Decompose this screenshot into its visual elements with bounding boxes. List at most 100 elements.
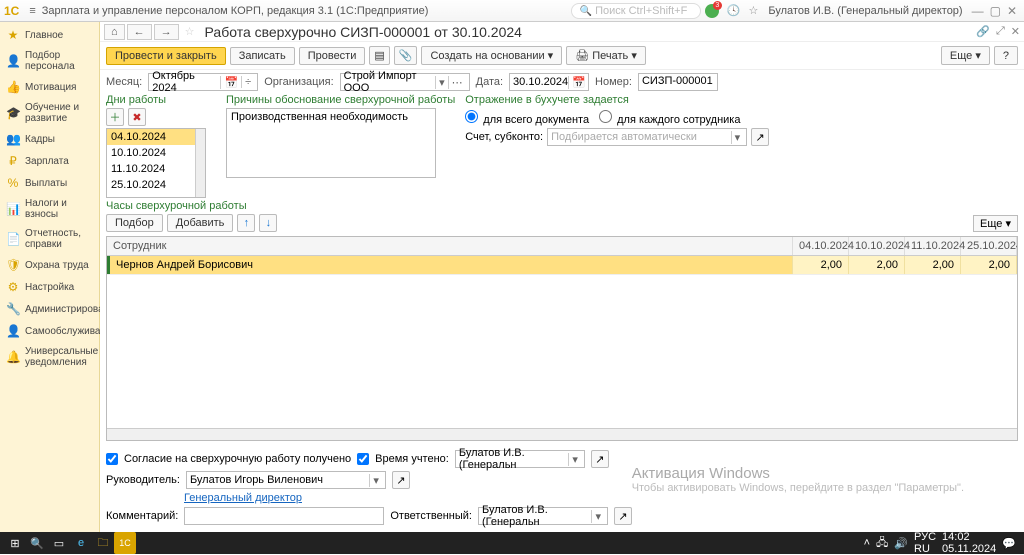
notifications-button[interactable]: 💬 bbox=[1002, 537, 1016, 550]
sidebar-item-payments[interactable]: %Выплаты bbox=[0, 172, 99, 194]
sidebar-item-salary[interactable]: ₽Зарплата bbox=[0, 150, 99, 172]
back-button[interactable]: ← bbox=[127, 24, 152, 40]
reasons-field[interactable]: Производственная необходимость bbox=[226, 108, 436, 178]
h-scrollbar[interactable] bbox=[107, 428, 1017, 440]
tray-network-icon[interactable]: 🖧 bbox=[876, 534, 888, 553]
sidebar-item-reports[interactable]: 📄Отчетность, справки bbox=[0, 224, 99, 254]
post-button[interactable]: Провести bbox=[299, 47, 366, 65]
scrollbar[interactable] bbox=[195, 129, 205, 197]
add-button[interactable]: Добавить bbox=[167, 214, 234, 232]
time-person-field[interactable]: Булатов И.В. (Генеральн▾ bbox=[455, 450, 585, 468]
minimize-icon[interactable]: — bbox=[972, 4, 984, 18]
sidebar-item-taxes[interactable]: 📊Налоги и взносы bbox=[0, 194, 99, 224]
star-icon[interactable]: ☆ bbox=[185, 25, 195, 38]
explorer-icon[interactable]: 🗀 bbox=[92, 532, 114, 554]
add-day-button[interactable]: ＋ bbox=[106, 108, 124, 126]
day-row[interactable]: 04.10.2024 bbox=[107, 129, 205, 145]
table-more-button[interactable]: Еще ▾ bbox=[973, 215, 1018, 232]
sidebar-item-recruit[interactable]: 👤Подбор персонала bbox=[0, 46, 99, 76]
more-button[interactable]: Еще ▾ bbox=[941, 46, 990, 65]
1c-icon[interactable]: 1C bbox=[114, 532, 136, 554]
open-resp-button[interactable]: ↗ bbox=[614, 507, 632, 525]
search-button[interactable]: 🔍 bbox=[26, 532, 48, 554]
home-button[interactable]: ⌂ bbox=[104, 24, 125, 40]
open-account-button[interactable]: ↗ bbox=[751, 128, 769, 146]
current-user[interactable]: Булатов И.В. (Генеральный директор) bbox=[768, 5, 962, 17]
col-date[interactable]: 11.10.2024 bbox=[905, 237, 961, 255]
radio-all-doc[interactable]: для всего документа bbox=[465, 110, 589, 126]
day-row[interactable]: 11.10.2024 bbox=[107, 161, 205, 177]
notifications-icon[interactable] bbox=[705, 4, 719, 18]
link-icon[interactable]: 🔗 bbox=[976, 25, 990, 38]
clock[interactable]: 14:0205.11.2024 bbox=[942, 531, 996, 555]
cell-hours[interactable]: 2,00 bbox=[793, 256, 849, 274]
days-list[interactable]: 04.10.2024 10.10.2024 11.10.2024 25.10.2… bbox=[106, 128, 206, 198]
close-icon[interactable]: ✕ bbox=[1007, 4, 1017, 18]
calendar-icon[interactable]: 📅 bbox=[568, 76, 589, 89]
lang-indicator[interactable]: РУСRU bbox=[914, 531, 936, 555]
favorite-icon[interactable]: ☆ bbox=[749, 4, 759, 17]
taskview-button[interactable]: ▭ bbox=[48, 532, 70, 554]
attach-icon[interactable]: 📎 bbox=[394, 46, 418, 65]
cell-hours[interactable]: 2,00 bbox=[905, 256, 961, 274]
sidebar-item-training[interactable]: 🎓Обучение и развитие bbox=[0, 98, 99, 128]
sidebar-item-admin[interactable]: 🔧Администрирование bbox=[0, 298, 99, 320]
maximize-icon[interactable]: ▢ bbox=[990, 4, 1001, 18]
date-field[interactable]: 30.10.2024📅 bbox=[509, 73, 589, 91]
day-row[interactable]: 10.10.2024 bbox=[107, 145, 205, 161]
col-date[interactable]: 25.10.2024 bbox=[961, 237, 1017, 255]
pick-button[interactable]: Подбор bbox=[106, 214, 163, 232]
time-label: Время учтено: bbox=[375, 453, 449, 465]
month-field[interactable]: Октябрь 2024📅÷ bbox=[148, 73, 258, 91]
expand-icon[interactable]: ⤢ bbox=[996, 25, 1005, 38]
print-button[interactable]: 🖨 Печать ▾ bbox=[566, 46, 646, 65]
post-close-button[interactable]: Провести и закрыть bbox=[106, 47, 226, 65]
col-employee[interactable]: Сотрудник bbox=[107, 237, 793, 255]
tray-sound-icon[interactable]: 🔊 bbox=[894, 537, 908, 550]
help-button[interactable]: ? bbox=[994, 46, 1018, 65]
org-field[interactable]: Строй Импорт ООО▾⋯ bbox=[340, 73, 470, 91]
number-field[interactable]: СИЗП-000001 bbox=[638, 73, 718, 91]
grad-icon: 🎓 bbox=[6, 106, 20, 120]
open-head-button[interactable]: ↗ bbox=[392, 471, 410, 489]
move-down-button[interactable]: ↓ bbox=[259, 214, 277, 232]
comment-field[interactable] bbox=[184, 507, 384, 525]
calendar-icon[interactable]: 📅 bbox=[220, 76, 241, 89]
cell-hours[interactable]: 2,00 bbox=[961, 256, 1017, 274]
table-row[interactable]: Чернов Андрей Борисович 2,00 2,00 2,00 2… bbox=[107, 256, 1017, 275]
col-date[interactable]: 10.10.2024 bbox=[849, 237, 905, 255]
doc-icon: 📄 bbox=[6, 232, 20, 246]
head-field[interactable]: Булатов Игорь Виленович▾ bbox=[186, 471, 386, 489]
resp-field[interactable]: Булатов И.В. (Генеральн▾ bbox=[478, 507, 608, 525]
sidebar-item-notif[interactable]: 🔔Универсальные уведомления bbox=[0, 342, 99, 372]
create-based-button[interactable]: Создать на основании ▾ bbox=[421, 46, 562, 65]
open-person-button[interactable]: ↗ bbox=[591, 450, 609, 468]
sidebar-item-motivation[interactable]: 👍Мотивация bbox=[0, 76, 99, 98]
account-field[interactable]: Подбирается автоматически▾ bbox=[547, 128, 747, 146]
close-tab-icon[interactable]: ✕ bbox=[1011, 25, 1020, 38]
sidebar-item-main[interactable]: ★Главное bbox=[0, 24, 99, 46]
remove-day-button[interactable]: ✖ bbox=[128, 108, 146, 126]
radio-each-emp[interactable]: для каждого сотрудника bbox=[599, 110, 740, 126]
start-button[interactable]: ⊞ bbox=[4, 532, 26, 554]
edge-icon[interactable]: e bbox=[70, 532, 92, 554]
sidebar-item-settings[interactable]: ⚙Настройка bbox=[0, 276, 99, 298]
sidebar-item-self[interactable]: 👤Самообслуживание bbox=[0, 320, 99, 342]
menu-icon[interactable]: ≡ bbox=[29, 5, 35, 17]
save-button[interactable]: Записать bbox=[230, 47, 295, 65]
history-icon[interactable]: 🕓 bbox=[727, 4, 741, 17]
consent-checkbox[interactable] bbox=[106, 453, 118, 465]
sidebar-item-safety[interactable]: 🛡Охрана труда bbox=[0, 254, 99, 276]
col-date[interactable]: 04.10.2024 bbox=[793, 237, 849, 255]
cell-employee[interactable]: Чернов Андрей Борисович bbox=[107, 256, 793, 274]
tray-up-icon[interactable]: ˄ bbox=[864, 537, 870, 549]
move-up-button[interactable]: ↑ bbox=[237, 214, 255, 232]
sidebar-item-hr[interactable]: 👥Кадры bbox=[0, 128, 99, 150]
global-search[interactable]: 🔍 Поиск Ctrl+Shift+F bbox=[571, 3, 701, 19]
cell-hours[interactable]: 2,00 bbox=[849, 256, 905, 274]
time-checkbox[interactable] bbox=[357, 453, 369, 465]
day-row[interactable]: 25.10.2024 bbox=[107, 177, 205, 193]
forward-button[interactable]: → bbox=[154, 24, 179, 40]
head-role-link[interactable]: Генеральный директор bbox=[184, 492, 302, 504]
list-icon[interactable]: ▤ bbox=[369, 46, 389, 65]
